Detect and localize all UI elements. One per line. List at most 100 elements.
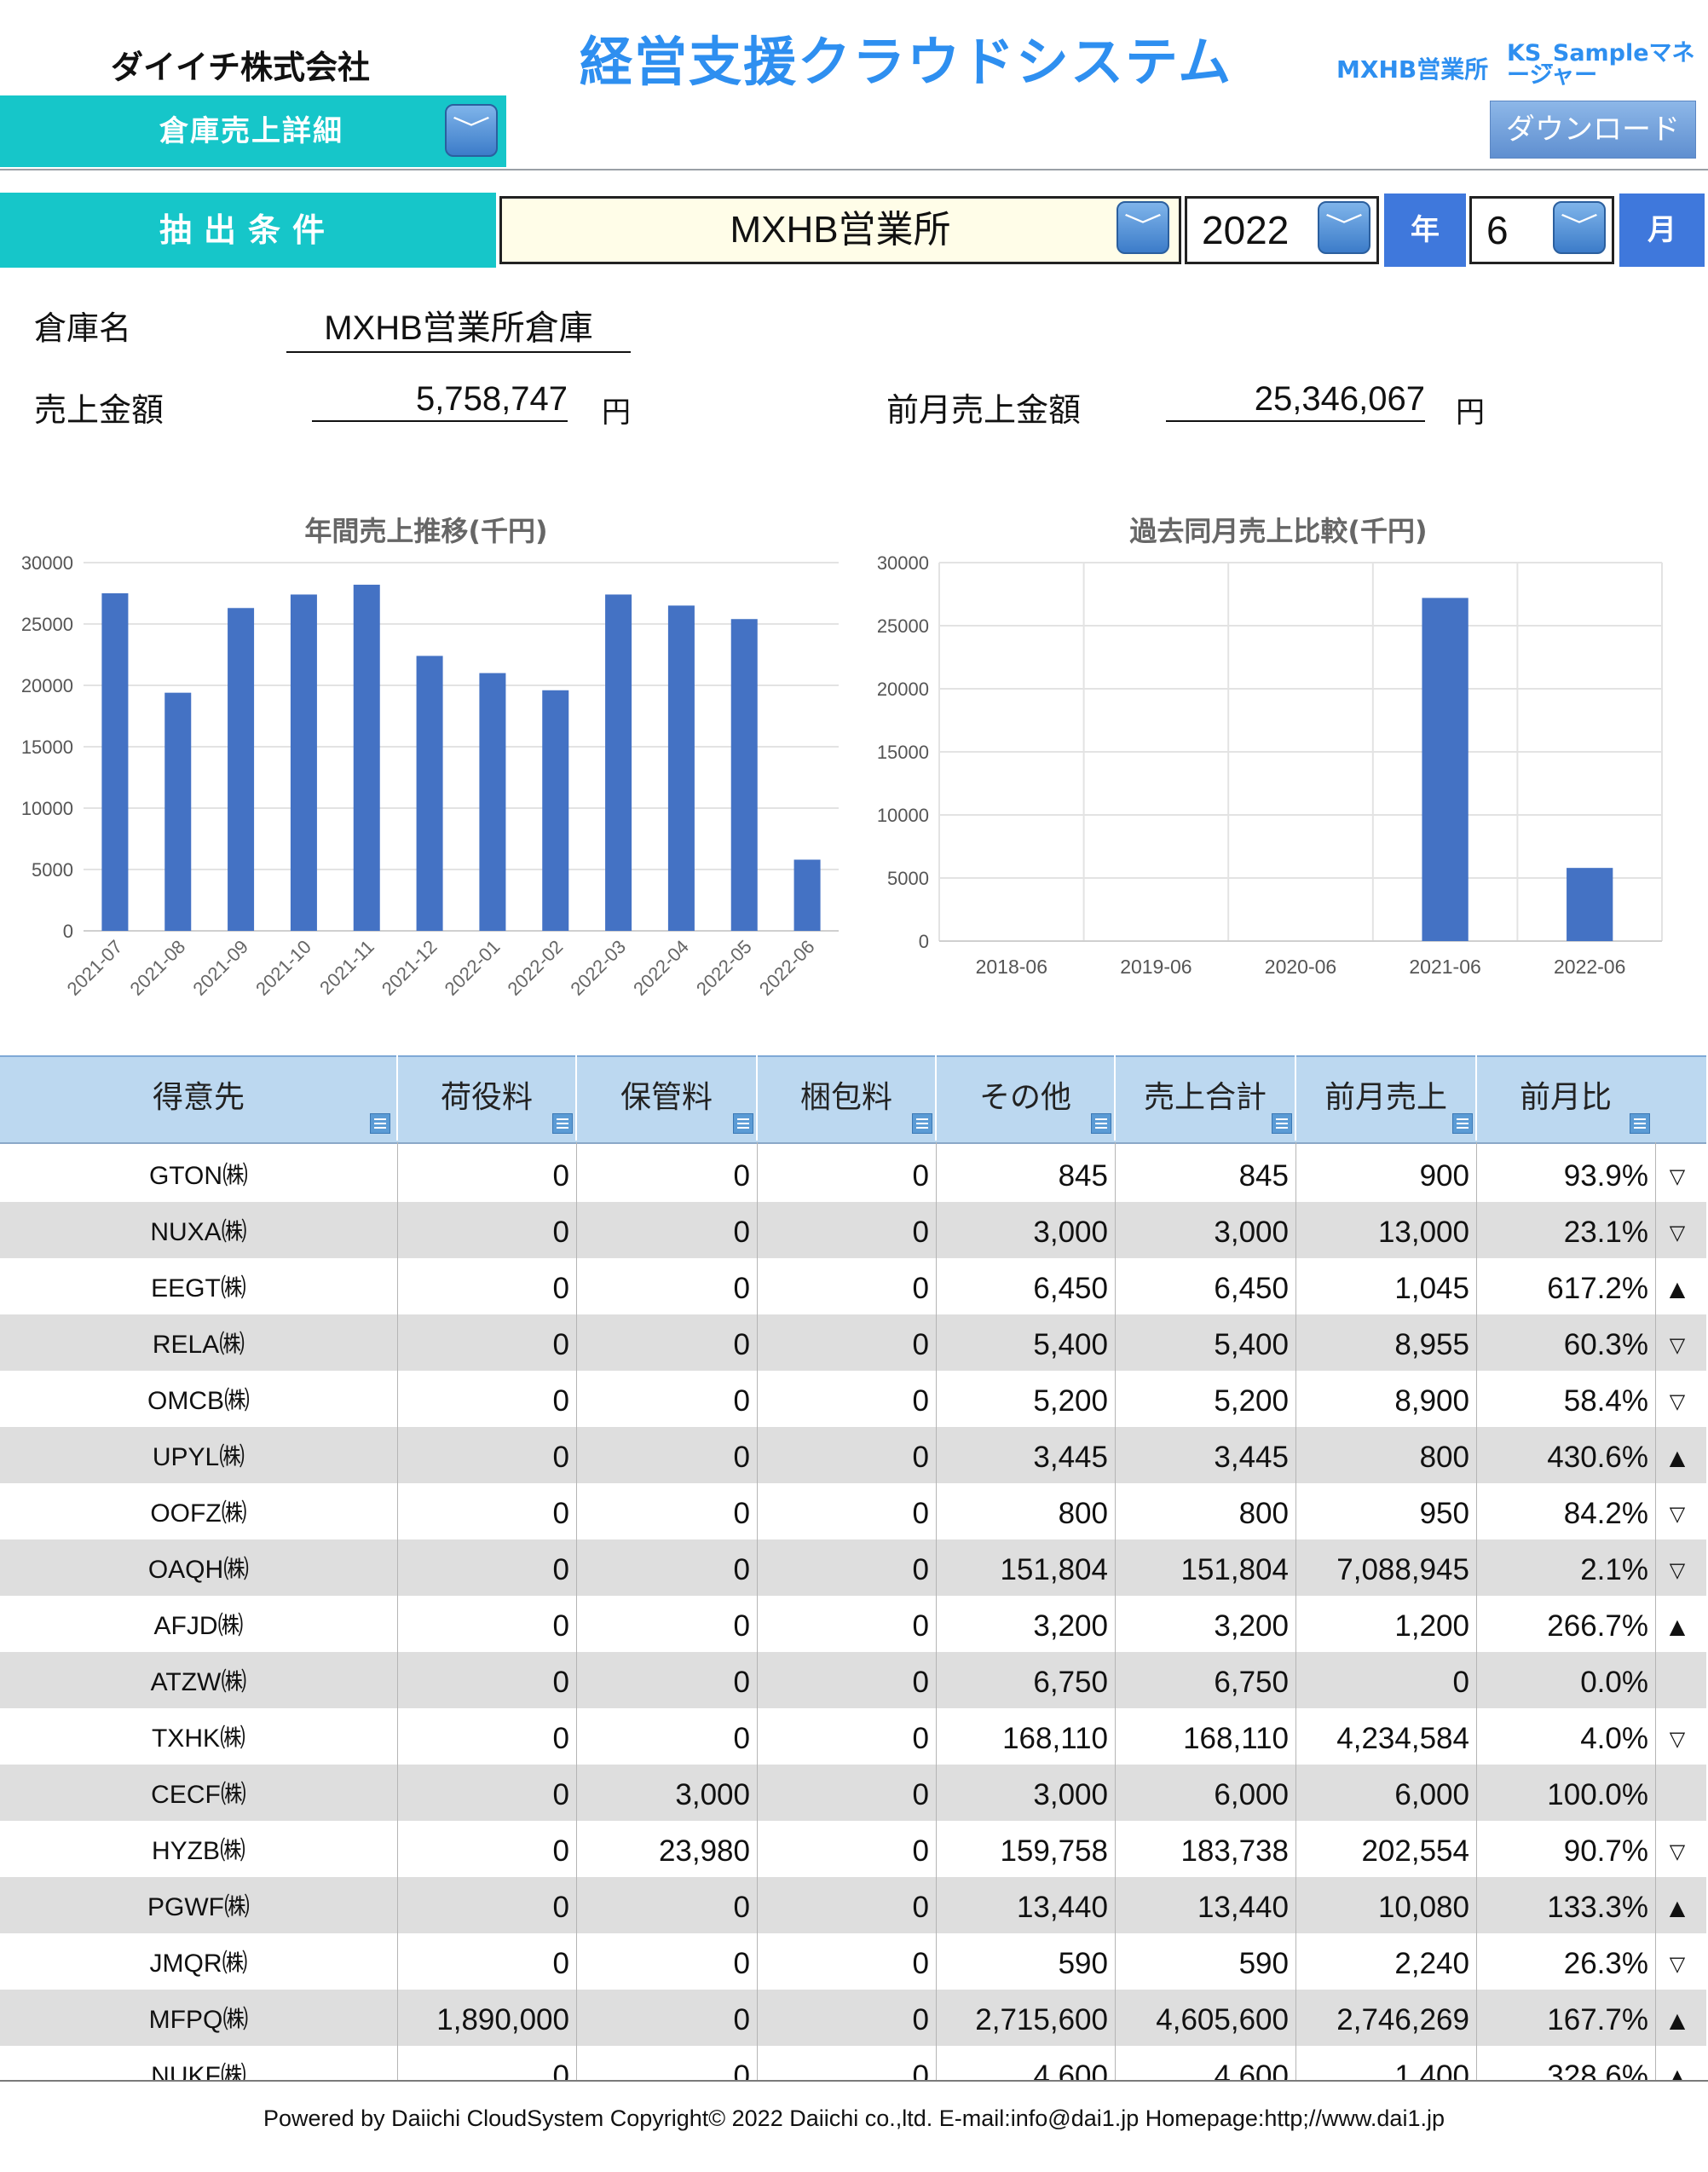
cell-5: 151,804 (1180, 1553, 1289, 1586)
column-header-0[interactable]: 得意先 (0, 1055, 397, 1141)
cell-1: 0 (552, 1722, 569, 1755)
bar (228, 608, 255, 931)
table-row[interactable]: NUXA㈱ 0 0 0 3,000 3,000 13,000 23.1% ▽ (0, 1202, 1706, 1258)
table-row[interactable]: HYZB㈱ 0 23,980 0 159,758 183,738 202,554 90.7% ▽ (0, 1821, 1706, 1877)
cell-3: 0 (912, 1947, 929, 1980)
cell-3: 0 (912, 1553, 929, 1586)
y-tick-label: 15000 (21, 737, 73, 758)
table-row[interactable]: OOFZ㈱ 0 0 0 800 800 950 84.2% ▽ (0, 1483, 1706, 1539)
customer-name: OMCB㈱ (147, 1387, 250, 1415)
chevron-down-icon: ﹀ (452, 115, 491, 145)
filter-icon[interactable] (912, 1113, 932, 1134)
cell-2: 0 (733, 1891, 750, 1924)
table-row[interactable]: PGWF㈱ 0 0 0 13,440 13,440 10,080 133.3% ▲ (0, 1877, 1706, 1933)
cell-6: 13,000 (1377, 1216, 1469, 1249)
nav-dropdown-button[interactable]: ﹀ (445, 104, 498, 157)
cell-4: 4,600 (1033, 2059, 1108, 2080)
table-row[interactable]: NUKF㈱ 0 0 0 4,600 4,600 1,400 328.6% ▲ (0, 2046, 1706, 2080)
warehouse-value: MXHB営業所倉庫 (286, 300, 631, 353)
table-row[interactable]: AFJD㈱ 0 0 0 3,200 3,200 1,200 266.7% ▲ (0, 1596, 1706, 1652)
cell-4: 590 (1058, 1947, 1108, 1980)
trend-icon: ▽ (1669, 1558, 1686, 1582)
filter-icon[interactable] (733, 1113, 753, 1134)
cell-6: 8,955 (1394, 1328, 1469, 1361)
office-dropdown-button[interactable]: ﹀ (1117, 201, 1169, 254)
cell-4: 13,440 (1016, 1891, 1108, 1924)
cell-4: 2,715,600 (975, 2003, 1108, 2036)
customer-name: EEGT㈱ (151, 1274, 246, 1303)
table-row[interactable]: MFPQ㈱ 1,890,000 0 0 2,715,600 4,605,600 2,746,… (0, 1990, 1706, 2046)
cell-3: 0 (912, 1497, 929, 1530)
column-header-1[interactable]: 荷役料 (397, 1055, 576, 1141)
x-tick-label: 2022-05 (692, 936, 756, 1000)
cell-7: 60.3% (1563, 1328, 1648, 1361)
annual-sales-chart: 0500010000150002000025000300002021-07 202… (21, 552, 839, 1000)
bar (479, 673, 506, 931)
column-header-6[interactable]: 前月売上 (1295, 1055, 1476, 1141)
cell-4: 6,750 (1033, 1666, 1108, 1699)
cell-4: 5,200 (1033, 1384, 1108, 1418)
cell-1: 0 (552, 2059, 569, 2080)
bar (164, 692, 192, 931)
column-header-2[interactable]: 保管料 (576, 1055, 757, 1141)
filter-icon[interactable] (1452, 1113, 1473, 1134)
cell-3: 0 (912, 1272, 929, 1305)
table-row[interactable]: OAQH㈱ 0 0 0 151,804 151,804 7,088,945 2.1% ▽ (0, 1539, 1706, 1596)
header-divider (1475, 1055, 1477, 1141)
filter-icon[interactable] (1630, 1113, 1650, 1134)
chevron-down-icon: ﹀ (1123, 212, 1163, 242)
cell-2: 0 (733, 1272, 750, 1305)
filter-icon[interactable] (1272, 1113, 1292, 1134)
company-name: ダイイチ株式会社 (111, 49, 371, 86)
table-row[interactable]: ATZW㈱ 0 0 0 6,750 6,750 0 0.0% (0, 1652, 1706, 1708)
cell-1: 0 (552, 1666, 569, 1699)
table-body[interactable]: GTON㈱ 0 0 0 845 845 900 93.9% ▽ NUXA㈱ 0 0 0 3,000 3,00… (0, 1142, 1708, 2080)
cell-7: 23.1% (1563, 1216, 1648, 1249)
x-tick-label: 2019-06 (1120, 956, 1192, 978)
table-row[interactable]: EEGT㈱ 0 0 0 6,450 6,450 1,045 617.2% ▲ (0, 1258, 1706, 1314)
table-row[interactable]: GTON㈱ 0 0 0 845 845 900 93.9% ▽ (0, 1146, 1706, 1202)
column-header-4[interactable]: その他 (936, 1055, 1115, 1141)
column-header-7[interactable]: 前月比 (1476, 1055, 1655, 1141)
cell-2: 0 (733, 1553, 750, 1586)
table-row[interactable]: CECF㈱ 0 3,000 0 3,000 6,000 6,000 100.0% (0, 1765, 1706, 1821)
header-divider (935, 1055, 937, 1141)
cell-3: 0 (912, 1328, 929, 1361)
x-tick-label: 2020-06 (1265, 956, 1336, 978)
table-row[interactable]: UPYL㈱ 0 0 0 3,445 3,445 800 430.6% ▲ (0, 1427, 1706, 1483)
office-link[interactable]: MXHB営業所 (1336, 51, 1488, 85)
table-row[interactable]: TXHK㈱ 0 0 0 168,110 168,110 4,234,584 4.0% ▽ (0, 1708, 1706, 1765)
chart2-title: 過去同月売上比較(千円) (1129, 515, 1428, 547)
cell-7: 617.2% (1547, 1272, 1648, 1305)
bar (667, 605, 695, 931)
download-button[interactable]: ダウンロード (1490, 101, 1696, 159)
x-tick-label: 2022-01 (441, 936, 505, 1000)
footer: Powered by Daiichi CloudSystem Copyright… (263, 2106, 1445, 2131)
x-tick-label: 2021-12 (378, 936, 441, 1000)
cell-5: 6,000 (1214, 1778, 1289, 1811)
cell-3: 0 (912, 1384, 929, 1418)
y-tick-label: 0 (63, 921, 73, 942)
table-row[interactable]: RELA㈱ 0 0 0 5,400 5,400 8,955 60.3% ▽ (0, 1314, 1706, 1371)
year-dropdown-button[interactable]: ﹀ (1318, 201, 1370, 254)
cell-7: 58.4% (1563, 1384, 1648, 1418)
trend-icon: ▲ (1669, 2008, 1686, 2032)
month-dropdown-button[interactable]: ﹀ (1553, 201, 1606, 254)
cell-5: 3,445 (1214, 1441, 1289, 1474)
cell-3: 0 (912, 1666, 929, 1699)
cell-4: 800 (1058, 1497, 1108, 1530)
column-header-3[interactable]: 梱包料 (757, 1055, 936, 1141)
table-row[interactable]: JMQR㈱ 0 0 0 590 590 2,240 26.3% ▽ (0, 1933, 1706, 1990)
x-tick-label: 2021-07 (63, 936, 127, 1000)
customer-name: MFPQ㈱ (148, 2006, 249, 2034)
filter-icon[interactable] (1091, 1113, 1111, 1134)
sales-unit: 円 (602, 396, 631, 430)
table-row[interactable]: OMCB㈱ 0 0 0 5,200 5,200 8,900 58.4% ▽ (0, 1371, 1706, 1427)
filter-icon[interactable] (552, 1113, 573, 1134)
x-tick-label: 2022-06 (755, 936, 819, 1000)
user-link[interactable]: KS_Sampleマネージャー (1507, 42, 1703, 87)
column-divider (757, 1142, 758, 2080)
column-header-5[interactable]: 売上合計 (1115, 1055, 1295, 1141)
y-tick-label: 15000 (877, 742, 929, 763)
filter-icon[interactable] (370, 1113, 390, 1134)
